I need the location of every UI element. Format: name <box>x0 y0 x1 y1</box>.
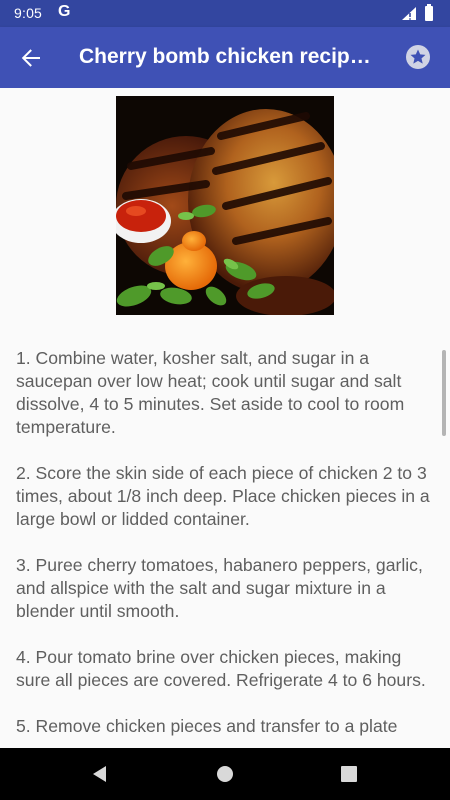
instruction-step: 5. Remove chicken pieces and transfer to… <box>16 716 398 736</box>
instruction-step: 3. Puree cherry tomatoes, habanero peppe… <box>16 555 423 621</box>
arrow-back-icon <box>21 49 40 67</box>
star-icon <box>406 45 430 69</box>
google-notification-icon: G <box>58 3 71 20</box>
recipe-detail-screen: 9:05 G Cherry bomb chicken recipe… 1. Co… <box>0 0 450 800</box>
back-button[interactable] <box>12 39 50 77</box>
instruction-step: 2. Score the skin side of each piece of … <box>16 463 430 529</box>
battery-icon <box>425 4 433 21</box>
status-bar: 9:05 G <box>0 0 450 27</box>
nav-recents-square-icon[interactable] <box>337 762 361 786</box>
page-title: Cherry bomb chicken recipe… <box>79 45 379 68</box>
favorite-button[interactable] <box>404 43 432 71</box>
recipe-photo <box>116 96 334 315</box>
app-bar: Cherry bomb chicken recipe… <box>0 27 450 88</box>
recipe-content[interactable]: 1. Combine water, kosher salt, and sugar… <box>0 88 450 748</box>
nav-back-triangle-icon[interactable] <box>88 762 112 786</box>
recipe-photo-grilled-chicken <box>116 96 334 315</box>
scrollbar[interactable] <box>442 350 446 436</box>
signal-icon <box>402 7 416 20</box>
instruction-step: 4. Pour tomato brine over chicken pieces… <box>16 647 426 690</box>
instruction-step: 1. Combine water, kosher salt, and sugar… <box>16 348 405 437</box>
recipe-instructions: 1. Combine water, kosher salt, and sugar… <box>16 347 438 748</box>
system-nav-bar <box>0 748 450 800</box>
status-time: 9:05 <box>14 5 43 21</box>
nav-home-circle-icon[interactable] <box>213 762 237 786</box>
